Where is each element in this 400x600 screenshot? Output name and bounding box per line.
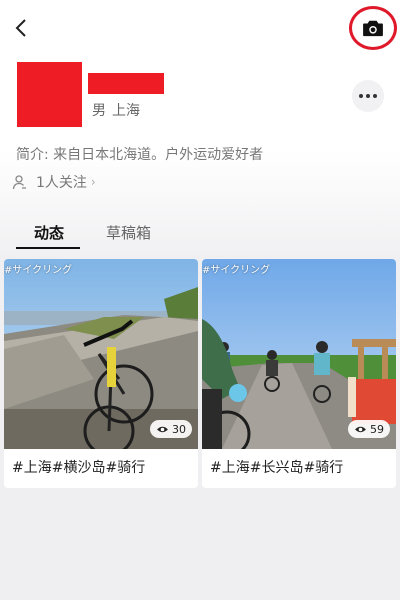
location-text: 上海 (112, 103, 140, 119)
more-dot (373, 94, 377, 98)
camera-button[interactable] (349, 6, 397, 50)
photo-overlay-hashtag: #サイクリング (4, 265, 73, 276)
more-dots-icon (359, 94, 363, 98)
photo-overlay-hashtag: #サイクリング (202, 265, 271, 276)
tab-posts[interactable]: 动态 (34, 222, 64, 243)
post-caption[interactable]: #上海#长兴岛#骑行 (210, 457, 343, 477)
eye-icon (157, 426, 168, 432)
following-link[interactable]: 1人关注 › (12, 172, 96, 192)
more-options-button[interactable] (352, 80, 384, 112)
view-count-badge: 30 (150, 420, 192, 438)
post-card[interactable]: #サイクリング 59 #上海#长兴岛#骑行 (202, 259, 396, 488)
post-card[interactable]: #サイクリング 30 #上海#横沙岛#骑行 (4, 259, 198, 488)
camera-icon (363, 20, 383, 37)
view-count: 30 (172, 422, 186, 436)
eye-icon (355, 426, 366, 432)
post-photo[interactable]: #サイクリング 30 (4, 259, 198, 449)
gender-text: 男 (92, 103, 106, 119)
post-photo[interactable]: #サイクリング 59 (202, 259, 396, 449)
following-count: 1人关注 (36, 175, 87, 191)
active-tab-indicator (16, 247, 80, 249)
back-icon[interactable] (10, 14, 34, 42)
username-redacted (88, 73, 164, 94)
view-count-badge: 59 (348, 420, 390, 438)
view-count: 59 (370, 422, 384, 436)
profile-meta: 男上海 (92, 100, 146, 120)
more-dot (366, 94, 370, 98)
tab-bar: 动态 草稿箱 (0, 220, 400, 250)
chevron-right-icon: › (90, 175, 96, 189)
avatar-redacted[interactable] (17, 62, 82, 127)
top-bar (0, 0, 400, 56)
bio-text: 简介: 来自日本北海道。户外运动爱好者 (16, 147, 264, 163)
post-caption[interactable]: #上海#横沙岛#骑行 (12, 457, 145, 477)
person-icon (12, 175, 26, 190)
tab-drafts[interactable]: 草稿箱 (106, 222, 151, 243)
